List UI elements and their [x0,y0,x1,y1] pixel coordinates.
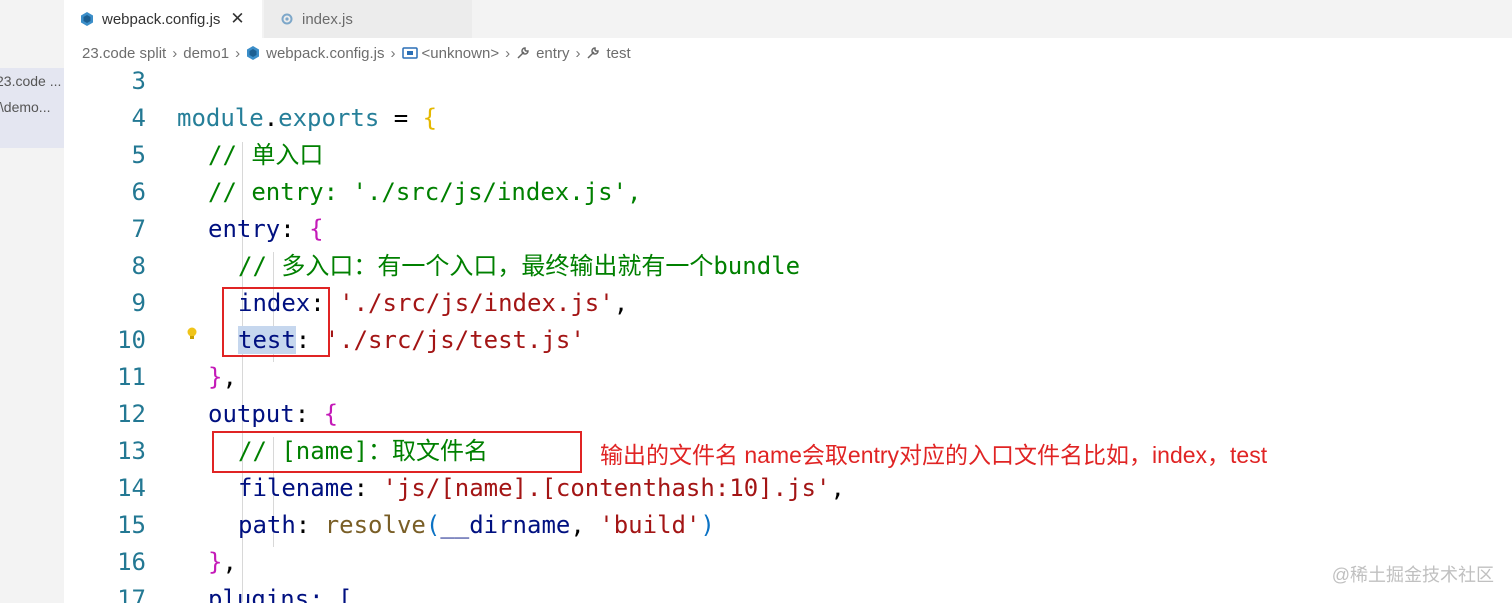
tab-index-js[interactable]: index.js [264,0,472,38]
tab-webpack-config[interactable]: webpack.config.js ✕ [64,0,262,38]
explorer-sidebar: 23.code ... t\demo... [0,0,65,603]
annotation-text: 输出的文件名 name会取entry对应的入口文件名比如，index，test [600,442,1268,468]
line-number: 10 [117,326,146,354]
code-line: 15 path: resolve(__dirname, 'build') [64,507,1512,544]
code-line: 7 entry: { [64,211,1512,248]
webpack-file-icon [80,12,94,26]
code-string: './src/js/test.js' [324,326,585,354]
code-line: 4 module.exports = { [64,100,1512,137]
code-line: 17 plugins: [ [64,581,1512,603]
line-number: 14 [117,474,146,502]
code-token: filename [238,474,354,502]
lightbulb-icon[interactable] [186,327,198,341]
sidebar-item-open-editor[interactable]: 23.code ... [0,68,64,94]
breadcrumb-symbol[interactable]: entry [536,45,569,62]
code-comment: // 多入口：有一个入口，最终输出就有一个bundle [238,252,801,280]
line-number: 3 [131,68,146,95]
code-line: 6 // entry: './src/js/index.js', [64,174,1512,211]
code-token: __dirname [440,511,571,539]
tab-label: webpack.config.js [102,10,221,28]
code-token: output [208,400,295,428]
breadcrumb-symbol[interactable]: <unknown> [422,45,500,62]
line-number: 12 [117,400,146,428]
breadcrumb-folder[interactable]: demo1 [183,45,229,62]
sidebar-item-path[interactable]: t\demo... [0,94,64,120]
code-token: module [177,104,264,132]
chevron-right-icon: › [390,44,396,62]
code-line: 5 // 单入口 [64,137,1512,174]
code-string: 'js/[name].[contenthash:10].js' [382,474,831,502]
code-line: 11 }, [64,359,1512,396]
settings-file-icon [280,12,294,26]
sidebar-item-selected[interactable] [0,120,64,148]
code-token: entry [208,215,281,243]
code-line: 14 filename: 'js/[name].[contenthash:10]… [64,470,1512,507]
watermark: @稀土掘金技术社区 [1331,565,1494,585]
line-number: 16 [117,548,146,576]
chevron-right-icon: › [172,44,178,62]
line-number: 4 [131,104,146,132]
highlight-box-name-comment [212,431,582,473]
breadcrumb-file[interactable]: webpack.config.js [266,45,384,62]
line-number: 7 [131,215,146,243]
code-comment: // entry: './src/js/index.js', [208,178,642,206]
line-number: 17 [117,585,146,603]
code-line: 8 // 多入口：有一个入口，最终输出就有一个bundle [64,248,1512,285]
line-number: 8 [131,252,146,280]
code-token: path [238,511,296,539]
wrench-icon [586,46,600,60]
line-number: 5 [131,141,146,169]
code-line: 16 }, [64,544,1512,581]
highlight-box-entry-keys [222,287,330,357]
line-number: 9 [131,289,146,317]
line-number: 6 [131,178,146,206]
code-string: './src/js/index.js' [339,289,614,317]
editor-tab-bar: webpack.config.js ✕ index.js [64,0,1512,38]
line-number: 13 [117,437,146,465]
tab-label: index.js [302,10,353,28]
breadcrumb-folder[interactable]: 23.code split [82,45,166,62]
wrench-icon [516,46,530,60]
chevron-right-icon: › [575,44,581,62]
line-number: 11 [117,363,146,391]
code-comment: // 单入口 [208,141,324,169]
line-number: 15 [117,511,146,539]
breadcrumb: 23.code split › demo1 › webpack.config.j… [64,38,1512,68]
webpack-file-icon [246,46,260,60]
chevron-right-icon: › [505,44,511,62]
code-line: 3 [64,68,1512,100]
breadcrumb-symbol[interactable]: test [606,45,630,62]
code-line: 12 output: { [64,396,1512,433]
code-token: plugins: [ [208,585,353,603]
close-icon[interactable]: ✕ [230,9,244,29]
code-string: 'build' [599,511,701,539]
chevron-right-icon: › [235,44,241,62]
code-token: exports [278,104,380,132]
code-token: resolve [324,511,426,539]
symbol-variable-icon [401,46,418,60]
